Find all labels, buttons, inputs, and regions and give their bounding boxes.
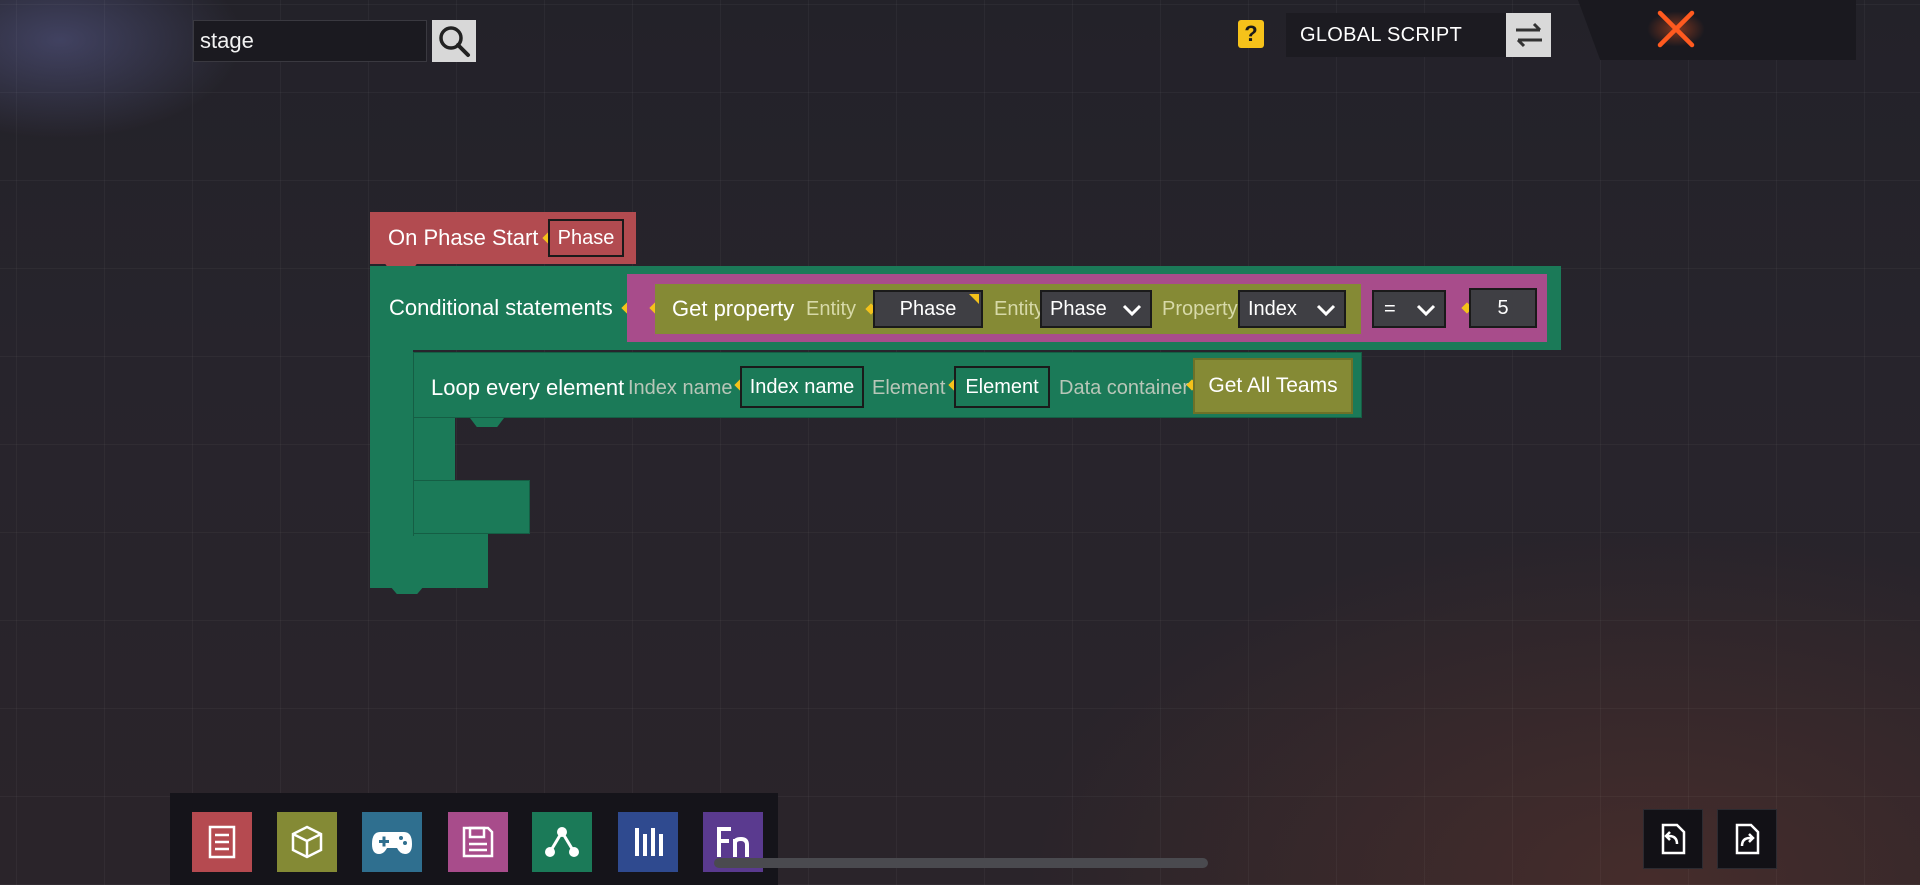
share-nodes-icon (545, 827, 579, 857)
event-block-title: On Phase Start (388, 225, 539, 250)
element-slot[interactable]: Element (954, 366, 1050, 408)
redo-icon (1735, 823, 1760, 855)
get-property-block[interactable]: Get property Entity Phase Entity Phase P… (655, 284, 1361, 334)
element-value: Element (965, 375, 1039, 398)
help-icon: ? (1244, 21, 1258, 46)
swap-script-button[interactable] (1506, 13, 1551, 57)
loop-notch (470, 418, 504, 427)
element-label: Element (872, 377, 946, 399)
operator-dropdown[interactable]: = (1372, 290, 1446, 328)
entity-label: Entity (806, 298, 857, 320)
entity-type-value: Phase (1050, 297, 1107, 320)
operator-value: = (1384, 297, 1396, 320)
index-name-label: Index name (628, 377, 733, 399)
cube-icon (291, 825, 323, 859)
chevron-down-icon (1416, 304, 1436, 317)
tool-events-button[interactable] (192, 812, 252, 872)
tool-storage-button[interactable] (448, 812, 508, 872)
get-property-title: Get property (672, 296, 795, 321)
get-all-teams-block[interactable]: Get All Teams (1193, 358, 1353, 414)
corner-marker (969, 294, 979, 304)
gamepad-icon (372, 832, 412, 854)
close-icon (1657, 10, 1695, 48)
undo-icon (1661, 823, 1686, 855)
tool-data-button[interactable] (618, 812, 678, 872)
property-dropdown[interactable]: Index (1238, 290, 1346, 328)
index-name-slot[interactable]: Index name (740, 366, 864, 408)
property-label: Property (1162, 298, 1238, 320)
swap-icon (1515, 22, 1542, 48)
tool-objects-button[interactable] (277, 812, 337, 872)
index-name-value: Index name (749, 375, 855, 398)
horizontal-scrollbar[interactable] (714, 858, 1208, 868)
close-button[interactable] (1640, 2, 1712, 56)
save-icon (462, 826, 494, 858)
search-icon (439, 26, 470, 57)
compare-value: 5 (1497, 296, 1509, 319)
entity-type-label: Entity (994, 298, 1045, 320)
canvas-grid (0, 0, 1920, 885)
tool-player-button[interactable] (362, 812, 422, 872)
undo-button[interactable] (1643, 809, 1703, 869)
data-container-label: Data container (1059, 377, 1190, 399)
search-input[interactable]: stage (193, 20, 427, 62)
event-param-label: Phase (557, 226, 615, 249)
property-value: Index (1248, 297, 1297, 320)
conditional-block-foot (370, 530, 488, 588)
close-panel (1578, 0, 1856, 60)
list-icon (208, 825, 236, 859)
help-button[interactable]: ? (1238, 20, 1264, 48)
chevron-down-icon (1122, 304, 1142, 317)
container-value: Get All Teams (1208, 374, 1338, 397)
script-mode-label: GLOBAL SCRIPT (1286, 13, 1506, 57)
script-mode-text: GLOBAL SCRIPT (1300, 23, 1463, 46)
entity-value-slot[interactable]: Phase (873, 290, 983, 328)
loop-block-foot (413, 480, 530, 534)
bars-icon (635, 828, 663, 856)
chevron-down-icon (1316, 304, 1336, 317)
loop-block[interactable]: Loop every element Index name Index name… (413, 352, 1362, 418)
entity-type-dropdown[interactable]: Phase (1040, 290, 1152, 328)
comparison-expression[interactable]: Get property Entity Phase Entity Phase P… (627, 274, 1547, 342)
loop-block-title: Loop every element (431, 375, 625, 400)
function-icon (717, 827, 749, 857)
search-button[interactable] (432, 20, 476, 62)
conditional-block-title: Conditional statements (389, 295, 613, 320)
search-input-value: stage (200, 28, 254, 53)
redo-button[interactable] (1717, 809, 1777, 869)
event-block-on-phase-start[interactable]: On Phase Start Phase (370, 212, 636, 264)
entity-value: Phase (899, 297, 957, 320)
compare-value-input[interactable]: 5 (1469, 288, 1537, 328)
conditional-block-arm (370, 350, 413, 540)
tool-logic-button[interactable] (532, 812, 592, 872)
event-param-phase[interactable]: Phase (548, 219, 624, 257)
conditional-notch (390, 586, 424, 594)
